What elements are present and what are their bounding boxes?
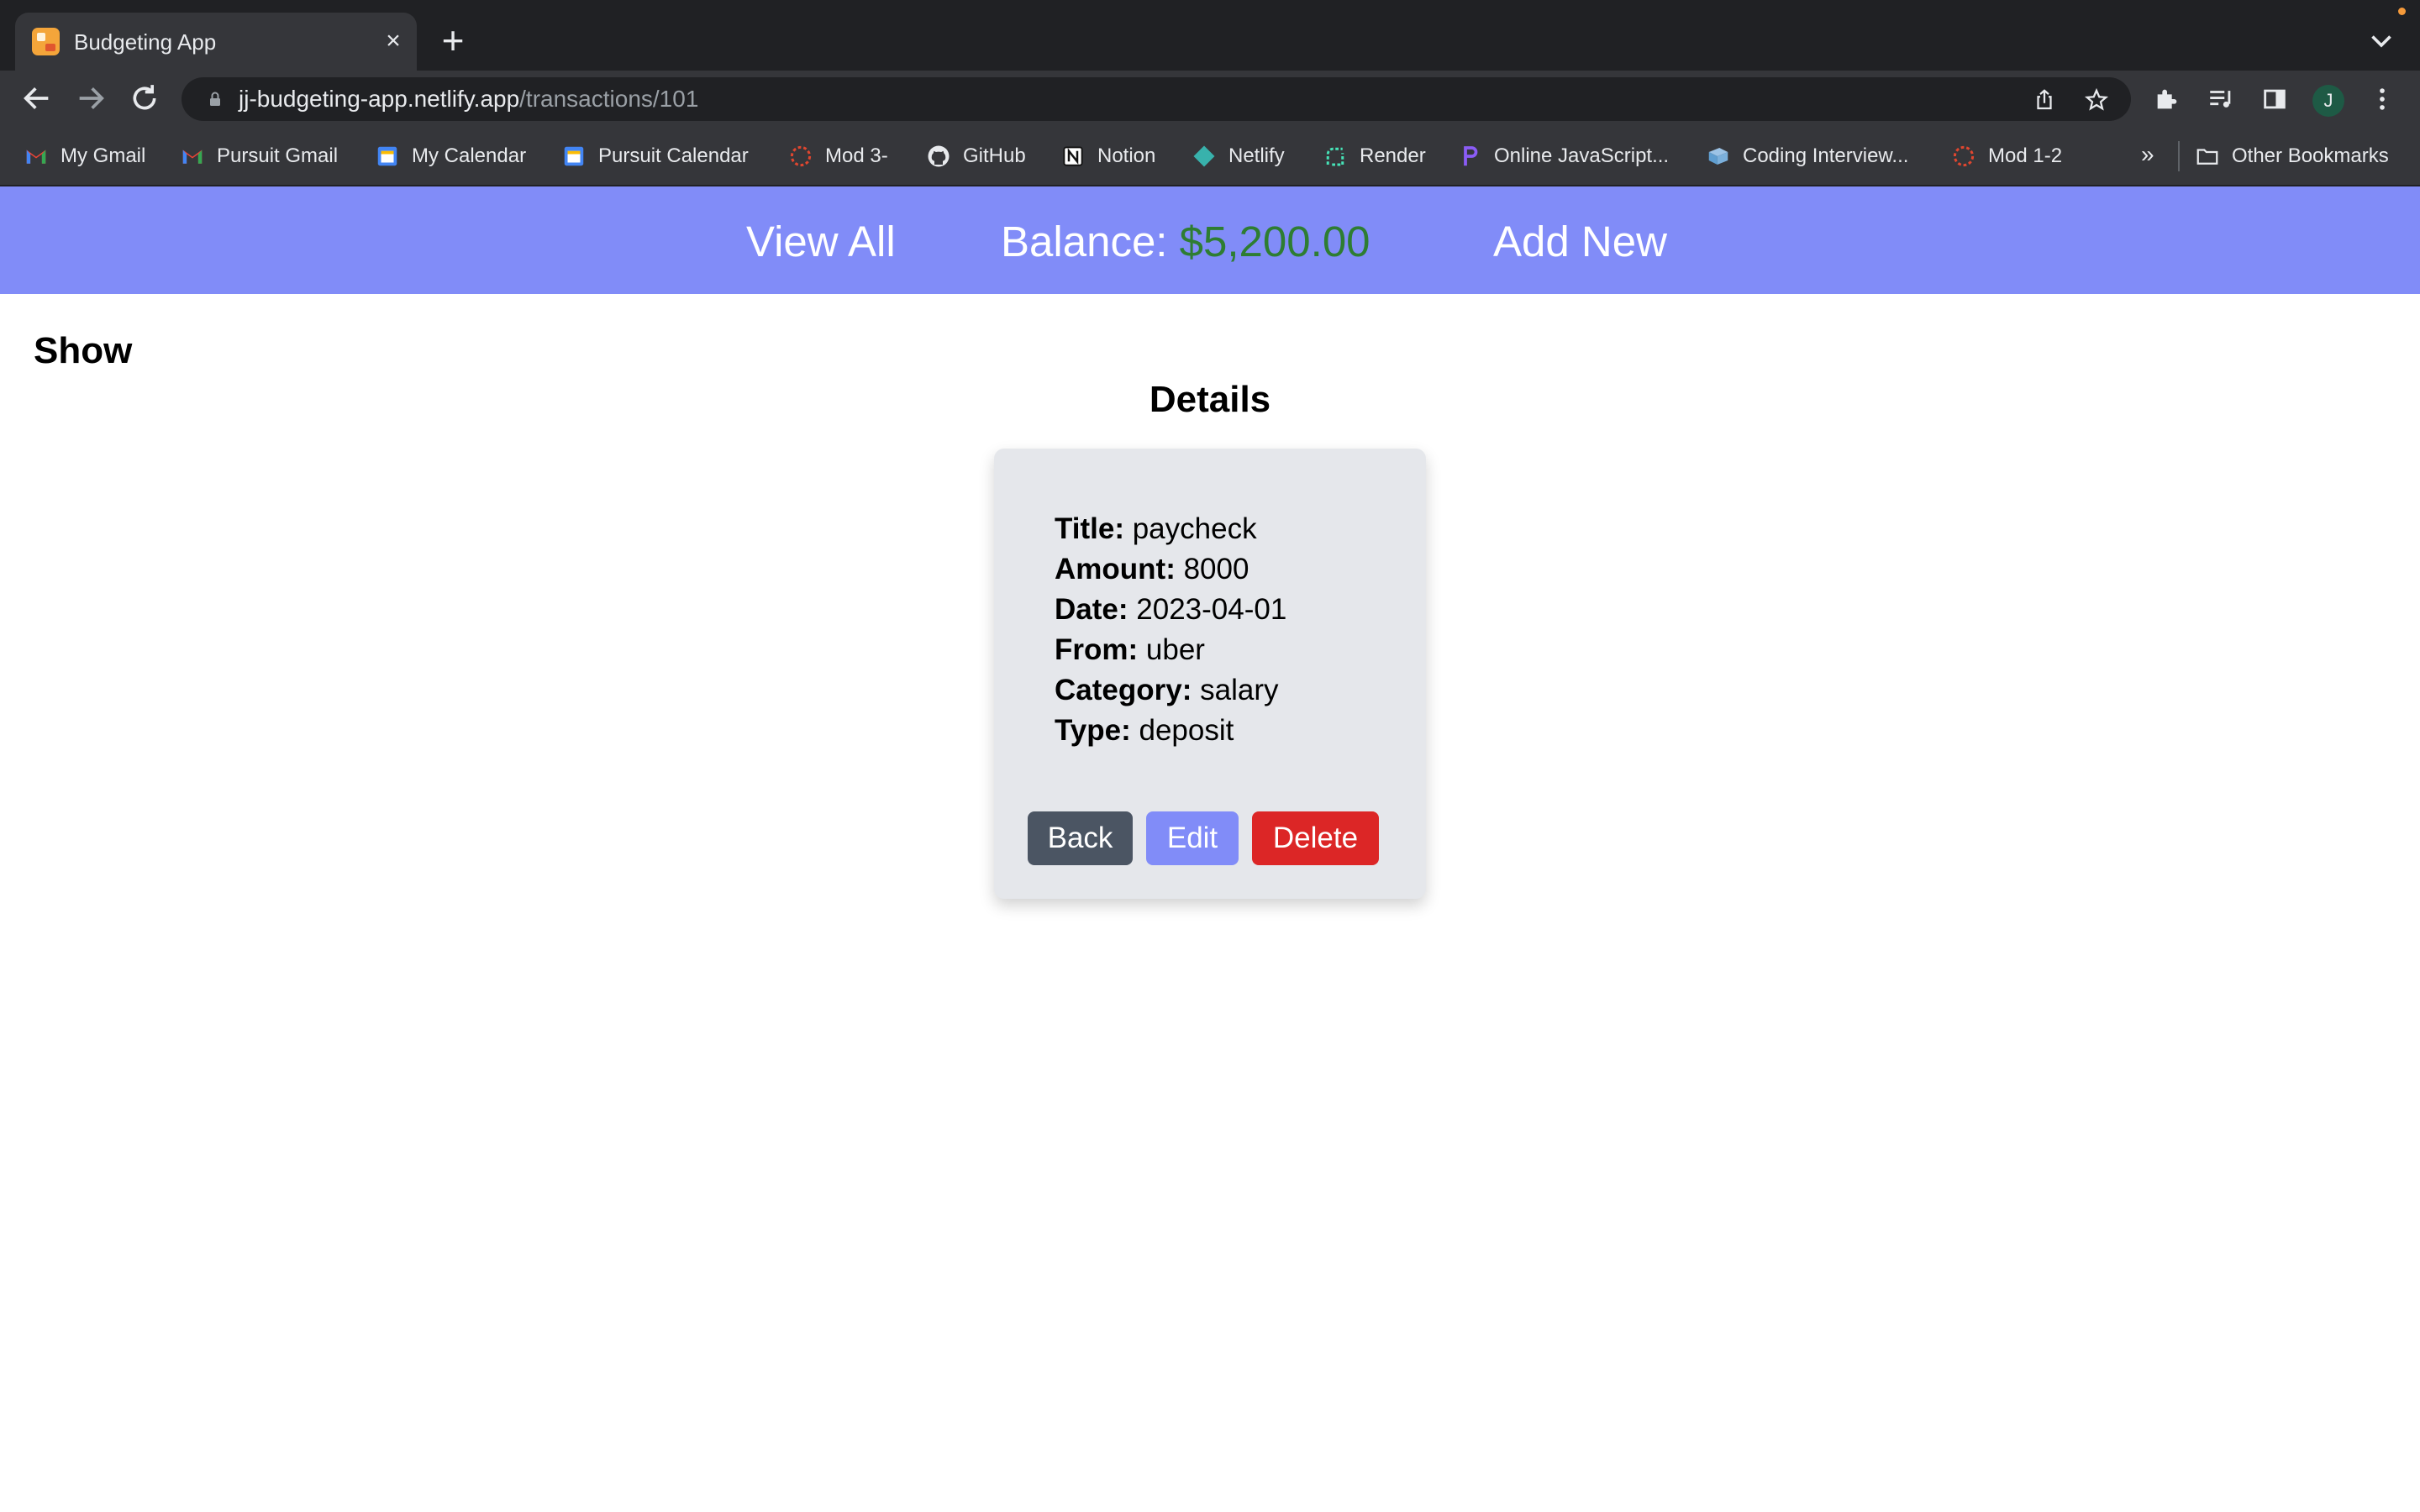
folder-icon bbox=[2196, 149, 2218, 165]
field-from: From: uber bbox=[1055, 630, 1286, 670]
field-title: Title: paycheck bbox=[1055, 509, 1286, 549]
reload-icon[interactable] bbox=[128, 81, 161, 115]
side-panel-icon[interactable] bbox=[2260, 85, 2289, 113]
field-label: Title: bbox=[1055, 512, 1124, 545]
browser-tabstrip: Budgeting App × + bbox=[0, 0, 2420, 71]
lock-icon[interactable] bbox=[205, 89, 225, 109]
field-value: 8000 bbox=[1183, 553, 1249, 585]
bookmark-pursuit-calendar[interactable]: Pursuit Calendar bbox=[561, 142, 749, 171]
url-host: jj-budgeting-app.netlify.app bbox=[239, 86, 520, 112]
pursuit-icon bbox=[790, 145, 812, 167]
replit-icon bbox=[1464, 146, 1478, 166]
notification-dot bbox=[2398, 8, 2406, 15]
bookmark-netlify[interactable]: Netlify bbox=[1192, 142, 1285, 171]
balance-value: $5,200.00 bbox=[1179, 218, 1370, 265]
field-value: deposit bbox=[1139, 714, 1234, 747]
field-date: Date: 2023-04-01 bbox=[1055, 590, 1286, 630]
field-label: Category: bbox=[1055, 674, 1192, 706]
tab-title: Budgeting App bbox=[74, 29, 217, 55]
bookmark-label: Mod 1-2 bbox=[1988, 144, 2063, 167]
app-navbar: View All Balance: $5,200.00 Add New bbox=[0, 186, 2420, 294]
view-all-link[interactable]: View All bbox=[746, 217, 896, 267]
render-icon bbox=[1326, 147, 1344, 166]
back-arrow-icon[interactable] bbox=[20, 81, 54, 115]
bookmark-online-javascript[interactable]: Online JavaScript... bbox=[1457, 142, 1669, 171]
browser-tab[interactable]: Budgeting App × bbox=[15, 13, 417, 71]
action-buttons: Back Edit Delete bbox=[1028, 811, 1379, 865]
browser-toolbar: jj-budgeting-app.netlify.app/transaction… bbox=[0, 71, 2420, 126]
field-value: uber bbox=[1145, 633, 1205, 666]
bookmark-notion[interactable]: Notion bbox=[1060, 142, 1155, 171]
calendar-icon bbox=[377, 146, 397, 166]
bookmark-label: Coding Interview... bbox=[1743, 144, 1909, 167]
tab-search-chevron-icon[interactable] bbox=[2366, 25, 2396, 55]
bookmark-label: Pursuit Calendar bbox=[598, 144, 749, 167]
bookmark-my-calendar[interactable]: My Calendar bbox=[375, 142, 526, 171]
bookmark-label: Notion bbox=[1097, 144, 1156, 167]
github-icon bbox=[928, 145, 950, 167]
bookmark-label: Mod 3- bbox=[825, 144, 888, 167]
url-text[interactable]: jj-budgeting-app.netlify.app/transaction… bbox=[239, 85, 698, 113]
transaction-details-card: Title: paycheck Amount: 8000 Date: 2023-… bbox=[994, 449, 1426, 899]
notion-icon bbox=[1063, 146, 1083, 166]
bookmark-label: Other Bookmarks bbox=[2232, 144, 2389, 167]
back-button[interactable]: Back bbox=[1028, 811, 1133, 865]
bookmark-pursuit-gmail[interactable]: Pursuit Gmail bbox=[180, 142, 338, 171]
address-bar[interactable]: jj-budgeting-app.netlify.app/transaction… bbox=[182, 77, 2131, 121]
bookmark-star-icon[interactable] bbox=[2084, 87, 2109, 113]
field-label: Type: bbox=[1055, 714, 1131, 747]
more-bookmarks-button[interactable]: » bbox=[2141, 141, 2154, 168]
gmail-icon bbox=[26, 150, 46, 164]
bookmark-coding-interview[interactable]: Coding Interview... bbox=[1706, 142, 1908, 171]
add-new-link[interactable]: Add New bbox=[1493, 217, 1667, 267]
calendar-icon bbox=[564, 146, 584, 166]
field-label: Amount: bbox=[1055, 553, 1176, 585]
bookmark-label: Pursuit Gmail bbox=[217, 144, 339, 167]
field-value: paycheck bbox=[1132, 512, 1257, 545]
bookmark-label: Render bbox=[1360, 144, 1426, 167]
share-icon[interactable] bbox=[2032, 87, 2057, 113]
other-bookmarks-folder[interactable]: Other Bookmarks bbox=[2195, 142, 2389, 171]
bookmark-render[interactable]: Render bbox=[1323, 142, 1426, 171]
forward-arrow-icon[interactable] bbox=[74, 81, 108, 115]
bookmark-label: Netlify bbox=[1228, 144, 1285, 167]
bookmark-label: My Gmail bbox=[60, 144, 146, 167]
field-value: 2023-04-01 bbox=[1136, 593, 1287, 626]
bookmark-mod-1-2[interactable]: Mod 1-2 bbox=[1951, 142, 2062, 171]
gmail-icon bbox=[182, 150, 203, 164]
transaction-fields: Title: paycheck Amount: 8000 Date: 2023-… bbox=[1055, 509, 1286, 751]
bookmark-label: GitHub bbox=[963, 144, 1026, 167]
new-tab-button[interactable]: + bbox=[435, 21, 471, 60]
field-category: Category: salary bbox=[1055, 670, 1286, 711]
field-value: salary bbox=[1200, 674, 1279, 706]
balance-display: Balance: $5,200.00 bbox=[1001, 217, 1370, 267]
details-heading: Details bbox=[1149, 379, 1271, 420]
field-type: Type: deposit bbox=[1055, 711, 1286, 751]
field-label: From: bbox=[1055, 633, 1139, 666]
bookmarks-bar: My Gmail Pursuit Gmail My Calendar Pursu… bbox=[0, 126, 2420, 186]
kebab-menu-icon[interactable] bbox=[2368, 85, 2396, 113]
close-tab-icon[interactable]: × bbox=[378, 26, 408, 56]
bookmark-label: My Calendar bbox=[412, 144, 527, 167]
bookmarks-divider bbox=[2178, 141, 2180, 171]
netlify-icon bbox=[1193, 145, 1215, 167]
delete-button[interactable]: Delete bbox=[1252, 811, 1379, 865]
extensions-puzzle-icon[interactable] bbox=[2153, 85, 2181, 113]
field-amount: Amount: 8000 bbox=[1055, 549, 1286, 590]
url-path: /transactions/101 bbox=[519, 86, 699, 112]
bookmark-github[interactable]: GitHub bbox=[926, 142, 1026, 171]
field-label: Date: bbox=[1055, 593, 1128, 626]
interview-icon bbox=[1708, 148, 1728, 165]
edit-button[interactable]: Edit bbox=[1146, 811, 1239, 865]
bookmark-label: Online JavaScript... bbox=[1494, 144, 1670, 167]
media-controls-icon[interactable] bbox=[2207, 85, 2235, 113]
bookmark-my-gmail[interactable]: My Gmail bbox=[24, 142, 145, 171]
budget-app-favicon-icon bbox=[32, 28, 60, 55]
balance-label: Balance: bbox=[1001, 218, 1168, 265]
profile-avatar[interactable]: J bbox=[2312, 85, 2344, 117]
pursuit-icon bbox=[1953, 145, 1975, 167]
page-title: Show bbox=[34, 330, 133, 371]
bookmark-mod-3[interactable]: Mod 3- bbox=[788, 142, 888, 171]
